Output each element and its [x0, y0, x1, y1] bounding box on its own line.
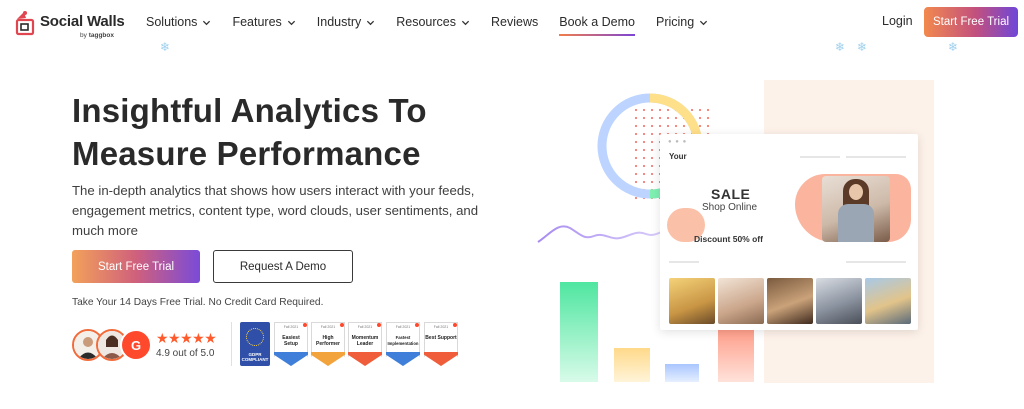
- snowflake-icon: ❄: [857, 40, 868, 54]
- divider: [231, 322, 232, 366]
- social-post-image: [865, 278, 911, 324]
- chevron-down-icon: [287, 20, 295, 25]
- nav-item-industry[interactable]: Industry: [317, 0, 375, 44]
- chart-bar: [614, 348, 650, 382]
- sale-heading: SALE: [711, 186, 751, 202]
- brand-logo[interactable]: Social Walls by taggbox: [14, 5, 129, 41]
- nav-start-free-trial-button[interactable]: Start Free Trial: [924, 7, 1018, 37]
- rating-text: 4.9 out of 5.0: [156, 348, 215, 359]
- hero-description: The in-depth analytics that shows how us…: [72, 183, 479, 238]
- g2-badge-best-support: Fall 2021 Best Support: [424, 322, 458, 366]
- nav-item-reviews[interactable]: Reviews: [491, 0, 538, 44]
- trial-note: Take Your 14 Days Free Trial. No Credit …: [72, 297, 324, 308]
- social-post-image: [767, 278, 813, 324]
- nav-item-solutions[interactable]: Solutions: [146, 0, 211, 44]
- snowflake-icon: ❄: [160, 40, 171, 54]
- gdpr-badge: GDPR COMPLIANT: [240, 322, 270, 366]
- social-wall-preview-card: ● ● ● Your SALE Shop Online Discount 50%…: [660, 134, 918, 330]
- chart-bar: [560, 282, 598, 382]
- request-demo-button[interactable]: Request A Demo: [213, 250, 353, 283]
- reviewer-avatars: G: [72, 329, 152, 361]
- hero-title: Insightful Analytics To Measure Performan…: [72, 92, 427, 172]
- g2-logo-icon: G: [120, 329, 152, 361]
- g2-badge-easiest-setup: Fall 2021 Easiest Setup: [274, 322, 308, 366]
- rating-stars: ★★★★★: [156, 330, 217, 346]
- main-menu: Solutions Features Industry Resources Re…: [146, 0, 729, 44]
- social-post-image: [816, 278, 862, 324]
- brand-name: Social Walls: [40, 13, 125, 30]
- nav-item-resources[interactable]: Resources: [396, 0, 470, 44]
- start-free-trial-button[interactable]: Start Free Trial: [72, 250, 200, 283]
- g2-badge-high-performer: Fall 2021 High Performer: [311, 322, 345, 366]
- nav-item-book-a-demo[interactable]: Book a Demo: [559, 0, 635, 44]
- chevron-down-icon: [700, 20, 708, 25]
- top-navigation: Social Walls by taggbox Solutions Featur…: [0, 0, 1024, 44]
- g2-badge-momentum-leader: Fall 2021 Momentum Leader: [348, 322, 382, 366]
- login-link[interactable]: Login: [882, 14, 913, 28]
- snowflake-icon: ❄: [948, 40, 959, 54]
- brand-subtitle: by taggbox: [80, 32, 114, 39]
- lock-icon: [246, 328, 264, 346]
- product-model-image: [822, 176, 890, 242]
- snowflake-icon: ❄: [835, 40, 846, 54]
- nav-item-features[interactable]: Features: [232, 0, 295, 44]
- discount-text: Discount 50% off: [694, 234, 763, 244]
- window-dots-icon: ● ● ●: [668, 139, 688, 145]
- social-walls-logo-icon: [15, 11, 35, 36]
- social-post-image: [669, 278, 715, 324]
- chart-bar: [665, 364, 699, 382]
- chevron-down-icon: [203, 20, 211, 25]
- chevron-down-icon: [461, 20, 470, 25]
- g2-badge-fastest-implementation: Fall 2021 Fastest Implementation: [386, 322, 420, 366]
- chevron-down-icon: [367, 20, 375, 25]
- social-post-image: [718, 278, 764, 324]
- nav-item-pricing[interactable]: Pricing: [656, 0, 708, 44]
- wave-line-graphic: [537, 225, 665, 243]
- shop-online-text: Shop Online: [702, 202, 758, 213]
